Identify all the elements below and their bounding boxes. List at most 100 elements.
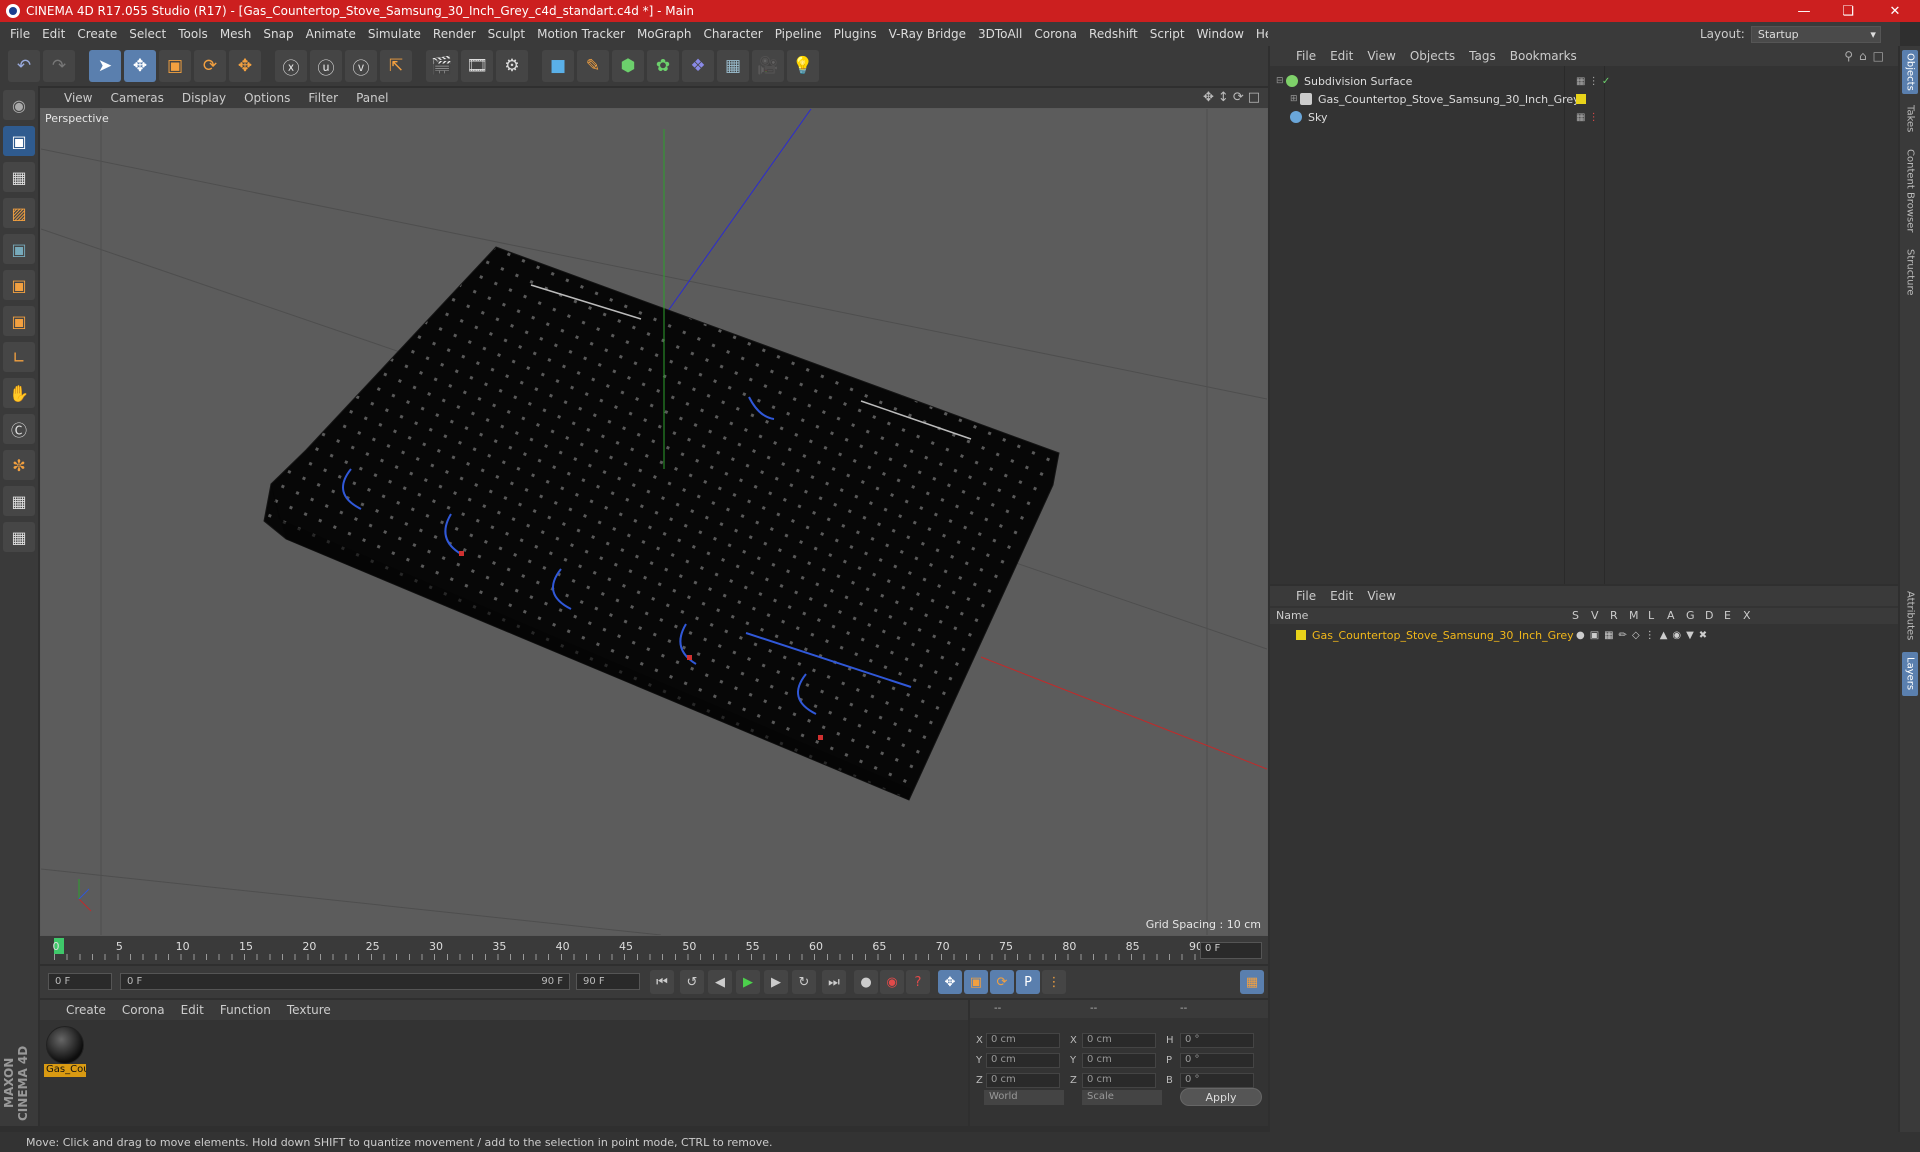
planar-workplane-icon[interactable]: ▦: [3, 522, 35, 552]
menu-item-script[interactable]: Script: [1150, 27, 1185, 41]
tab-takes[interactable]: Takes: [1902, 102, 1918, 136]
menu-item-v-ray-bridge[interactable]: V-Ray Bridge: [889, 27, 966, 41]
menu-item-sculpt[interactable]: Sculpt: [488, 27, 525, 41]
layout-dropdown[interactable]: Startup ▾: [1750, 25, 1881, 43]
key-position-icon[interactable]: ✥: [938, 970, 962, 994]
tab-content-browser[interactable]: Content Browser: [1902, 144, 1918, 238]
polygons-mode-icon[interactable]: ▣: [3, 306, 35, 336]
deformer-icon[interactable]: ❖: [682, 50, 714, 82]
object-menu-tags[interactable]: Tags: [1469, 49, 1496, 63]
locked-workplane-icon[interactable]: ▦: [3, 486, 35, 516]
restore-button[interactable]: ❏: [1826, 0, 1870, 22]
key-scale-icon[interactable]: ▣: [964, 970, 988, 994]
render-picture-viewer-icon[interactable]: 🎞: [461, 50, 493, 82]
menu-item-select[interactable]: Select: [129, 27, 166, 41]
material-menu-texture[interactable]: Texture: [287, 1003, 331, 1017]
live-select-icon[interactable]: ➤: [89, 50, 121, 82]
menu-item-render[interactable]: Render: [433, 27, 476, 41]
size-x-field[interactable]: 0 cm: [1082, 1033, 1156, 1048]
size-y-field[interactable]: 0 cm: [1082, 1053, 1156, 1068]
viewport-menu-panel[interactable]: Panel: [356, 91, 388, 105]
timeline-ruler[interactable]: 0 5 10 15 20 25 30 35 40 45 50 55 60 65 70 75 80 85 90: [53, 938, 1214, 962]
close-button[interactable]: ✕: [1870, 0, 1920, 22]
material-menu-function[interactable]: Function: [220, 1003, 271, 1017]
scale-dropdown[interactable]: Scale: [1082, 1090, 1162, 1105]
menu-item-plugins[interactable]: Plugins: [834, 27, 877, 41]
material-menu-edit[interactable]: Edit: [181, 1003, 204, 1017]
position-z-field[interactable]: 0 cm: [986, 1073, 1060, 1088]
magnet-icon[interactable]: ✼: [3, 450, 35, 480]
menu-item-snap[interactable]: Snap: [263, 27, 293, 41]
frame-range-slider[interactable]: 0 F 90 F: [120, 973, 570, 990]
tab-attributes[interactable]: Attributes: [1902, 584, 1918, 648]
tab-objects[interactable]: Objects: [1902, 50, 1918, 94]
object-menu-file[interactable]: File: [1296, 49, 1316, 63]
x-axis-icon[interactable]: ⓧ: [275, 50, 307, 82]
rotation-b-field[interactable]: 0 °: [1180, 1073, 1254, 1088]
edges-mode-icon[interactable]: ▣: [3, 270, 35, 300]
visibility-icon[interactable]: ▦ ⋮ ✓: [1576, 76, 1610, 87]
tweak-mode-icon[interactable]: ✋: [3, 378, 35, 408]
render-view-icon[interactable]: 🎬: [426, 50, 458, 82]
object-row-sky[interactable]: Sky ▦ ⋮: [1276, 108, 1888, 126]
menu-item-mesh[interactable]: Mesh: [220, 27, 252, 41]
timeline-window-icon[interactable]: ▦: [1240, 970, 1264, 994]
menu-item-edit[interactable]: Edit: [42, 27, 65, 41]
object-row-subdivision[interactable]: ⊟ Subdivision Surface ▦ ⋮ ✓: [1276, 72, 1888, 90]
viewport-nav-icons[interactable]: ✥↕⟳□: [1203, 90, 1264, 105]
cube-primitive-icon[interactable]: ■: [542, 50, 574, 82]
viewport-menu-view[interactable]: View: [64, 91, 92, 105]
object-menu-objects[interactable]: Objects: [1410, 49, 1455, 63]
menu-item-animate[interactable]: Animate: [306, 27, 356, 41]
redo-icon[interactable]: ↷: [43, 50, 75, 82]
z-axis-icon[interactable]: ⓥ: [345, 50, 377, 82]
move-icon[interactable]: ✥: [124, 50, 156, 82]
position-y-field[interactable]: 0 cm: [986, 1053, 1060, 1068]
texture-mode-icon[interactable]: ▦: [3, 162, 35, 192]
points-mode-icon[interactable]: ▣: [3, 234, 35, 264]
coordinate-system-icon[interactable]: ⇱: [380, 50, 412, 82]
position-x-field[interactable]: 0 cm: [986, 1033, 1060, 1048]
edit-render-settings-icon[interactable]: ⚙: [496, 50, 528, 82]
tab-structure[interactable]: Structure: [1902, 244, 1918, 300]
current-frame-field[interactable]: 0 F: [1200, 942, 1262, 959]
timeline[interactable]: 0 5 10 15 20 25 30 35 40 45 50 55 60 65 70 75 80 85 90 0 F: [40, 936, 1268, 964]
undo-icon[interactable]: ↶: [8, 50, 40, 82]
menu-item-character[interactable]: Character: [703, 27, 762, 41]
object-menu-view[interactable]: View: [1367, 49, 1395, 63]
menu-item-redshift[interactable]: Redshift: [1089, 27, 1138, 41]
search-icon[interactable]: ⚲⌂□: [1844, 49, 1890, 63]
go-to-end-icon[interactable]: ⏭: [822, 970, 846, 994]
viewport-menu-cameras[interactable]: Cameras: [110, 91, 163, 105]
play-icon[interactable]: ▶: [736, 970, 760, 994]
menu-item-motion-tracker[interactable]: Motion Tracker: [537, 27, 625, 41]
rotate-icon[interactable]: ⟳: [194, 50, 226, 82]
menu-item-3dtoall[interactable]: 3DToAll: [978, 27, 1022, 41]
layer-toggles[interactable]: ●▣▦✏◇⋮▲◉▼✖: [1576, 630, 1712, 641]
world-dropdown[interactable]: World: [984, 1090, 1064, 1105]
previous-frame-icon[interactable]: ◀: [708, 970, 732, 994]
viewport-menu-display[interactable]: Display: [182, 91, 226, 105]
stove-model[interactable]: [263, 246, 1060, 801]
material-menu-corona[interactable]: Corona: [122, 1003, 165, 1017]
floor-icon[interactable]: ▦: [717, 50, 749, 82]
next-key-icon[interactable]: ↻: [792, 970, 816, 994]
menu-item-tools[interactable]: Tools: [178, 27, 208, 41]
apply-button[interactable]: Apply: [1180, 1088, 1262, 1106]
make-editable-icon[interactable]: ◉: [3, 90, 35, 120]
menu-item-simulate[interactable]: Simulate: [368, 27, 421, 41]
perspective-viewport[interactable]: Perspective Grid Spacing : 10 cm: [41, 109, 1267, 935]
layer-color-tag[interactable]: [1576, 94, 1586, 104]
visibility-icon[interactable]: ▦ ⋮: [1576, 112, 1599, 123]
pen-spline-icon[interactable]: ✎: [577, 50, 609, 82]
viewport-menu-filter[interactable]: Filter: [308, 91, 338, 105]
menu-item-mograph[interactable]: MoGraph: [637, 27, 692, 41]
axis-mode-icon[interactable]: ∟: [3, 342, 35, 372]
layer-menu-edit[interactable]: Edit: [1330, 589, 1353, 603]
snapping-icon[interactable]: Ⓒ: [3, 414, 35, 444]
autokey-icon[interactable]: ◉: [880, 970, 904, 994]
key-pla-icon[interactable]: ⋮: [1042, 970, 1066, 994]
workplane-icon[interactable]: ▨: [3, 198, 35, 228]
cloner-icon[interactable]: ✿: [647, 50, 679, 82]
keyframe-selection-icon[interactable]: ?: [906, 970, 930, 994]
